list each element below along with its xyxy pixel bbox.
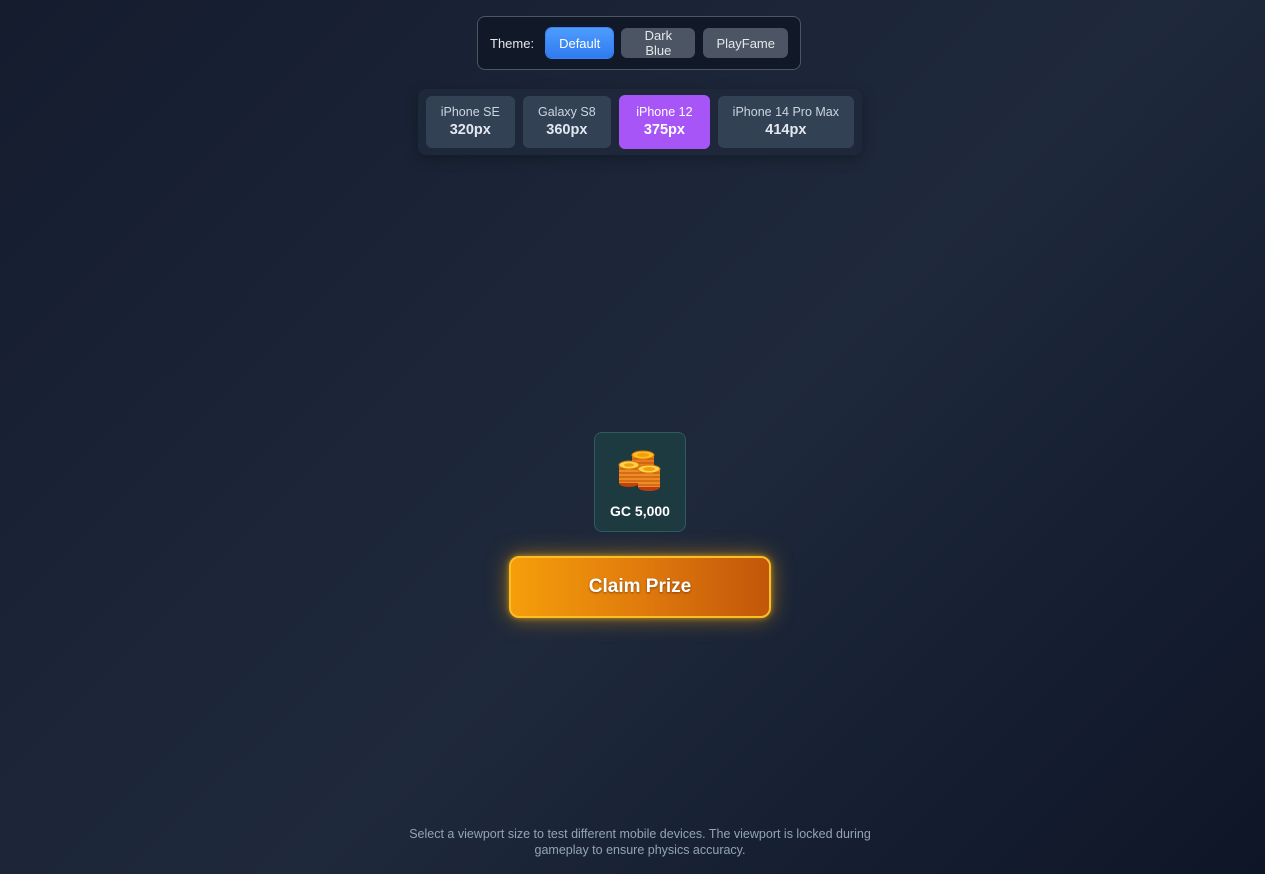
device-name: iPhone 12 xyxy=(636,105,693,119)
device-iphone-12-button[interactable]: iPhone 12 375px xyxy=(619,95,710,149)
device-selector: iPhone SE 320px Galaxy S8 360px iPhone 1… xyxy=(418,89,862,155)
device-size: 414px xyxy=(765,122,807,138)
device-size: 375px xyxy=(643,122,685,138)
theme-label: Theme: xyxy=(490,35,535,51)
prize-card: GC 5,000 xyxy=(594,432,686,532)
coin-stack-icon xyxy=(618,450,661,491)
theme-playfame-button[interactable]: PlayFame xyxy=(703,28,788,58)
prize-amount: GC 5,000 xyxy=(610,503,670,519)
device-size: 360px xyxy=(546,122,588,138)
device-size: 320px xyxy=(449,122,491,138)
device-name: iPhone 14 Pro Max xyxy=(732,105,839,119)
device-galaxy-s8-button[interactable]: Galaxy S8 360px xyxy=(522,96,612,148)
theme-default-button[interactable]: Default xyxy=(546,28,614,58)
device-iphone-14-pro-max-button[interactable]: iPhone 14 Pro Max 414px xyxy=(717,96,854,148)
claim-prize-button[interactable]: Claim Prize xyxy=(509,556,771,618)
device-name: iPhone SE xyxy=(440,105,500,119)
device-name: Galaxy S8 xyxy=(538,105,596,119)
theme-selector: Theme: Default Dark Blue PlayFame xyxy=(477,16,801,70)
device-iphone-se-button[interactable]: iPhone SE 320px xyxy=(426,96,515,148)
theme-dark-blue-button[interactable]: Dark Blue xyxy=(621,28,696,58)
viewport-help-text: Select a viewport size to test different… xyxy=(409,827,871,857)
